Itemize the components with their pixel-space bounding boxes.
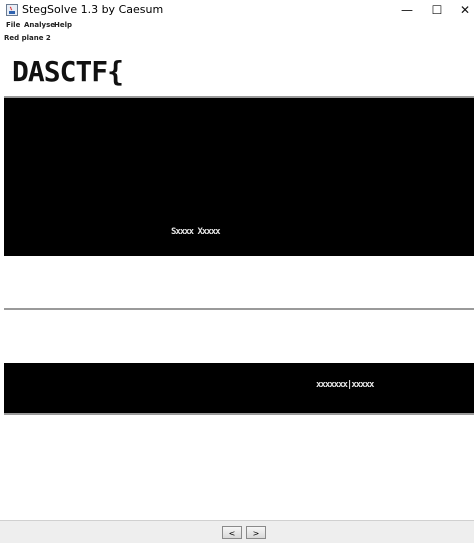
- menu-file[interactable]: File: [6, 21, 20, 29]
- prev-button[interactable]: <: [222, 526, 242, 539]
- black-region-2: xxxxxxx|xxxxx: [4, 363, 474, 413]
- java-app-icon: [6, 4, 18, 16]
- menu-help[interactable]: Help: [54, 21, 72, 29]
- image-separator: [4, 308, 474, 310]
- menu-analyse[interactable]: Analyse: [24, 21, 55, 29]
- maximize-icon[interactable]: ☐: [422, 0, 452, 20]
- hidden-text-1: Sxxxx Xxxxx: [171, 227, 221, 237]
- image-canvas: DASCTF{ Sxxxx Xxxxx xxxxxxx|xxxxx: [4, 43, 474, 517]
- menu-bar: File Analyse Help: [0, 20, 474, 33]
- black-region-1: Sxxxx Xxxxx: [4, 98, 474, 256]
- footer-bar: < >: [0, 520, 474, 543]
- plane-label: Red plane 2: [4, 34, 51, 42]
- window-title: StegSolve 1.3 by Caesum: [22, 3, 164, 16]
- image-separator: [4, 413, 474, 415]
- title-bar: StegSolve 1.3 by Caesum — ☐ ✕: [0, 0, 474, 20]
- flag-prefix-text: DASCTF{: [12, 55, 124, 88]
- next-button[interactable]: >: [246, 526, 266, 539]
- hidden-text-2: xxxxxxx|xxxxx: [316, 380, 374, 390]
- close-icon[interactable]: ✕: [450, 0, 474, 20]
- minimize-icon[interactable]: —: [392, 0, 422, 20]
